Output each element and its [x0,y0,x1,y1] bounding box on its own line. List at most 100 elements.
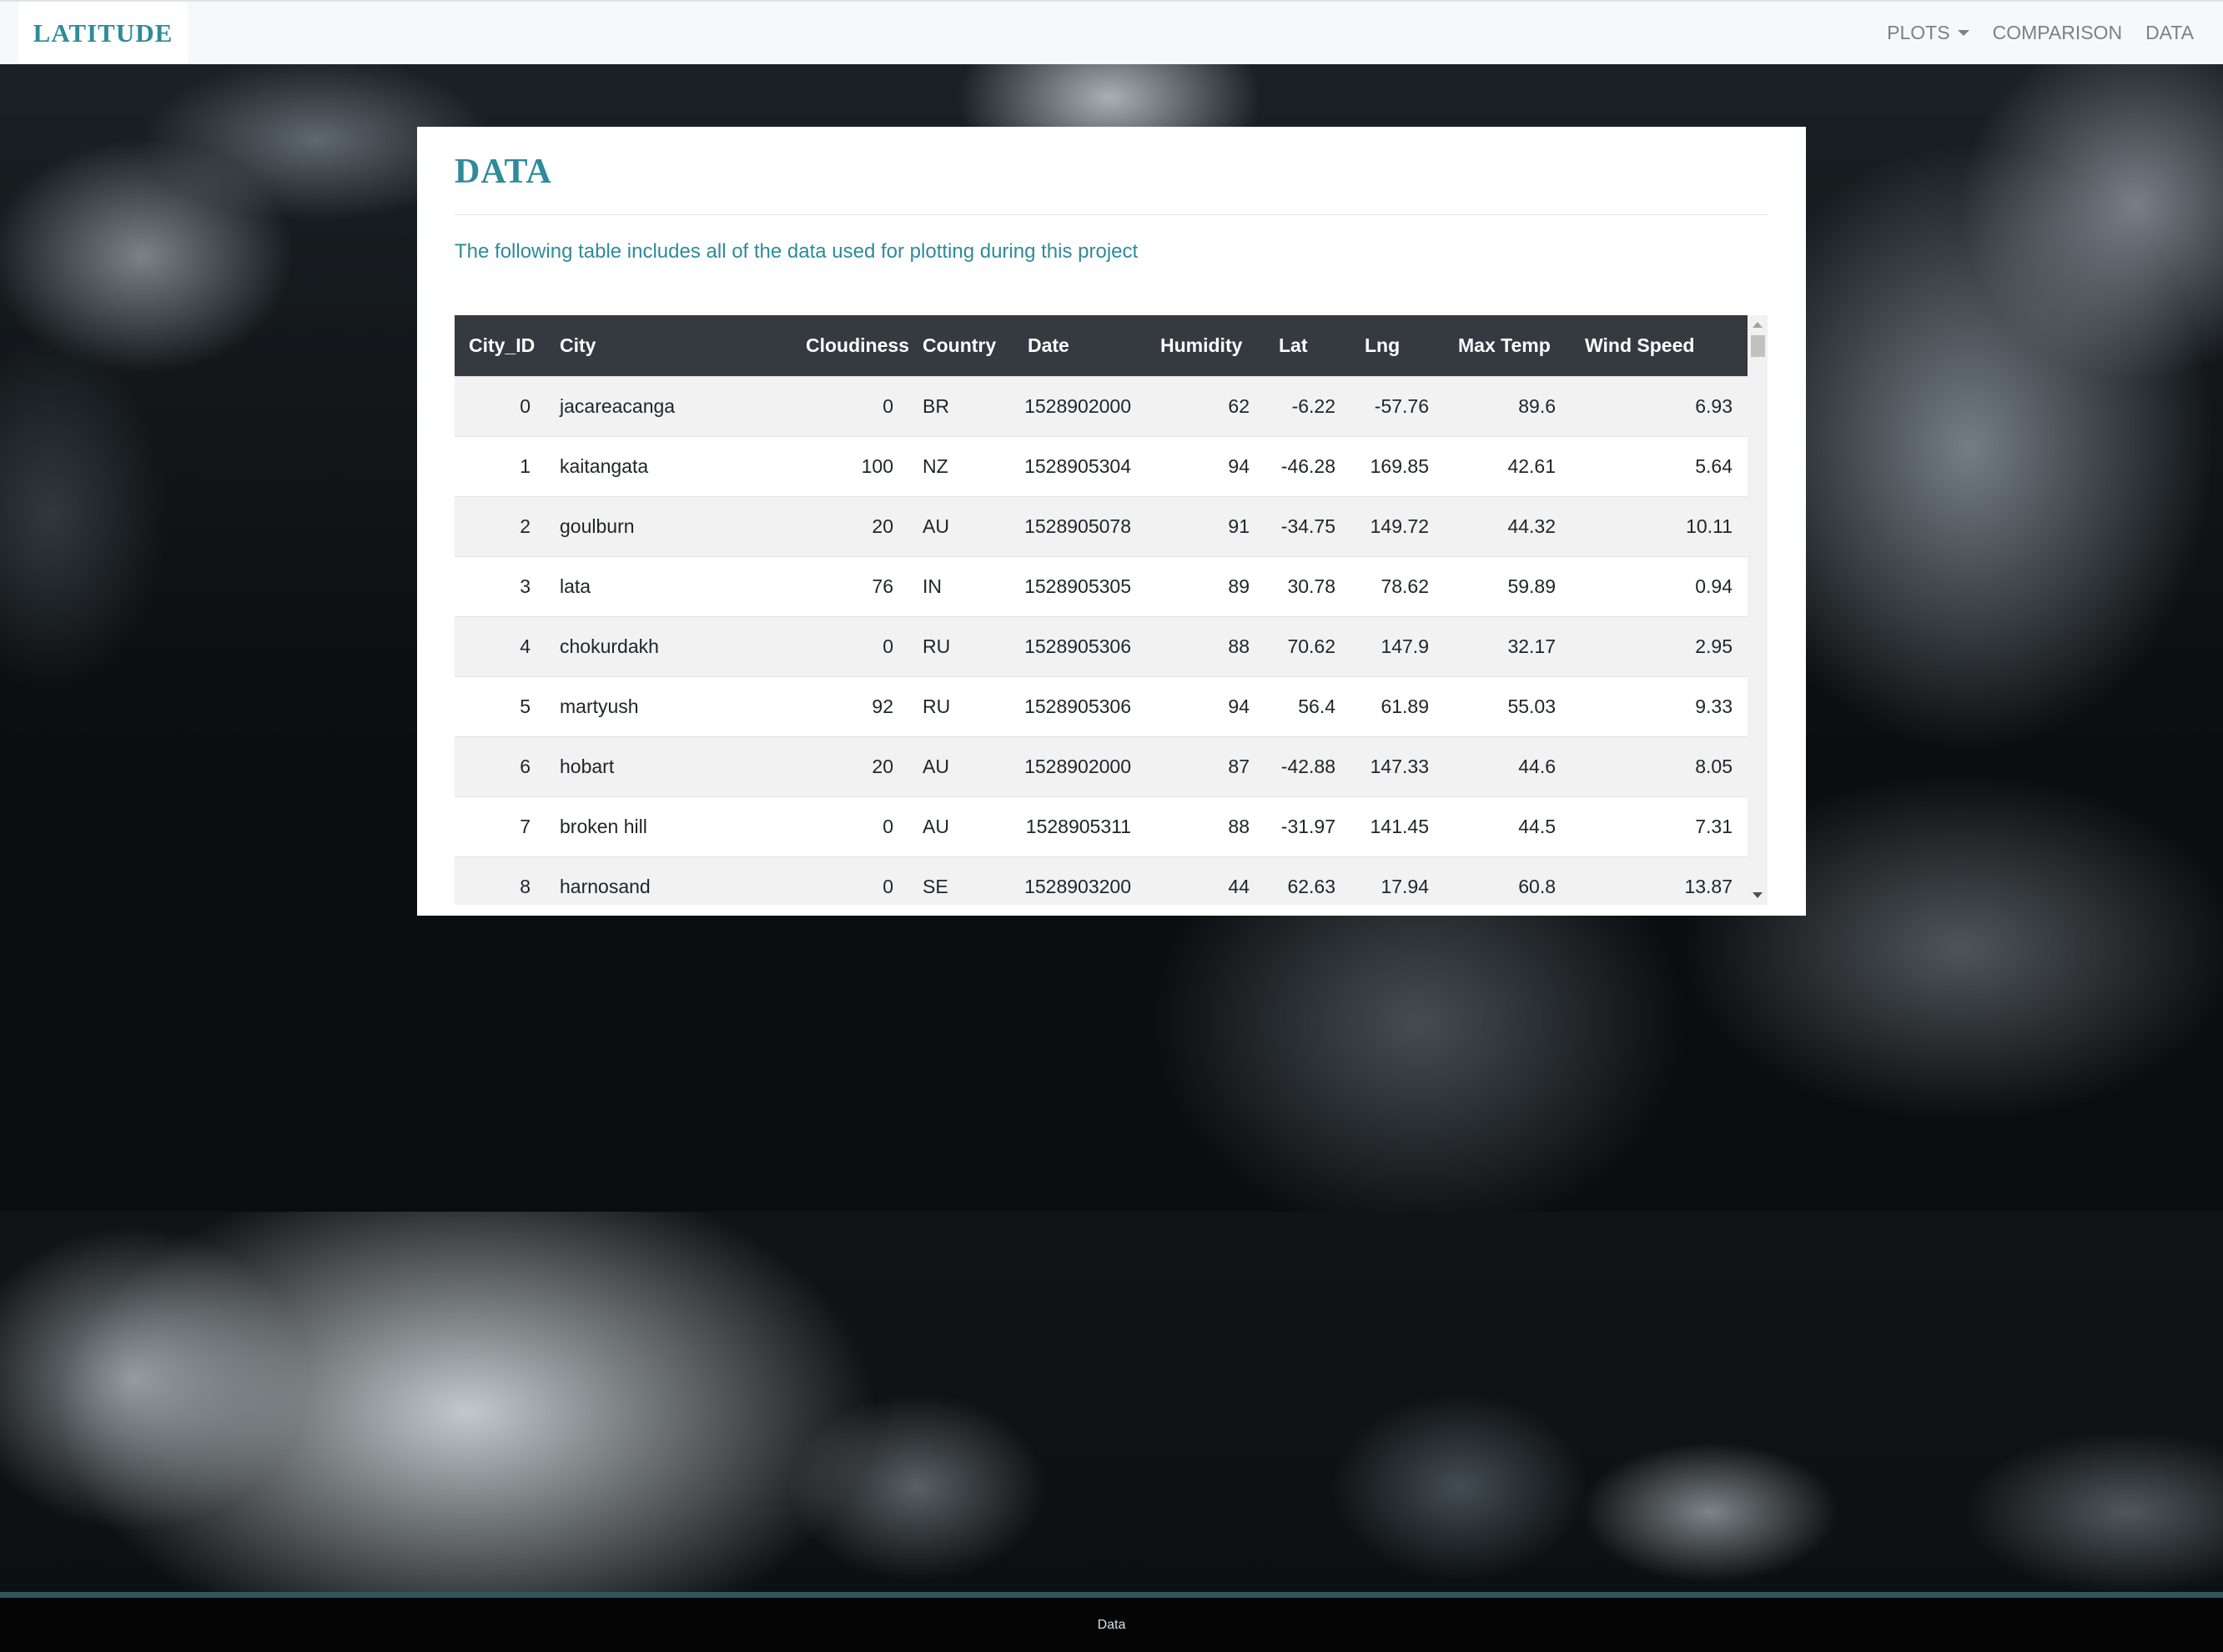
table-cell: 1528905078 [1013,496,1146,557]
brand-logo-link[interactable]: LATITUDE [18,2,188,64]
column-header[interactable]: Lng [1350,315,1444,377]
table-header-row: City_ID City Cloudiness Country Date Hum… [455,315,1748,377]
table-cell: 8 [455,856,546,905]
table-scrollbar[interactable] [1748,315,1768,905]
table-cell: 42.61 [1444,436,1571,497]
column-header[interactable]: City [546,315,792,377]
data-table-container[interactable]: City_ID City Cloudiness Country Date Hum… [455,315,1768,905]
table-cell: 6 [455,736,546,797]
table-cell: kaitangata [546,436,792,497]
table-cell: 1528902000 [1013,376,1146,437]
table-cell: 0.94 [1571,556,1748,617]
table-cell: 1528905304 [1013,436,1146,497]
table-cell: lata [546,556,792,617]
column-header[interactable]: Max Temp [1444,315,1571,377]
table-cell: 169.85 [1350,436,1444,497]
table-cell: 1528905306 [1013,616,1146,677]
footer-text: Data [1097,1617,1126,1632]
table-cell: goulburn [546,496,792,557]
table-cell: AU [908,736,1013,797]
table-cell: jacareacanga [546,376,792,437]
table-cell: RU [908,616,1013,677]
page-title: DATA [455,153,552,191]
column-header[interactable]: City_ID [455,315,546,377]
table-cell: 0 [792,376,908,437]
table-row: 2 goulburn 20 AU 1528905078 91 -34.75 14… [455,496,1748,557]
table-row: 3 lata 76 IN 1528905305 89 30.78 78.62 5… [455,556,1748,617]
table-row: 0 jacareacanga 0 BR 1528902000 62 -6.22 … [455,376,1748,437]
table-cell: AU [908,496,1013,557]
column-header[interactable]: Date [1013,315,1146,377]
table-cell: 141.45 [1350,796,1444,857]
nav-plots-label: PLOTS [1887,22,1950,43]
table-cell: 1528905306 [1013,676,1146,737]
table-cell: 5.64 [1571,436,1748,497]
table-cell: 6.93 [1571,376,1748,437]
table-cell: 61.89 [1350,676,1444,737]
table-cell: 32.17 [1444,616,1571,677]
table-cell: 1528902000 [1013,736,1146,797]
scroll-down-arrow-icon[interactable] [1753,892,1763,898]
table-row: 7 broken hill 0 AU 1528905311 88 -31.97 … [455,796,1748,857]
table-cell: 2.95 [1571,616,1748,677]
table-cell: martyush [546,676,792,737]
caret-down-icon [1957,30,1969,36]
table-row: 8 harnosand 0 SE 1528903200 44 62.63 17.… [455,856,1748,905]
table-cell: 56.4 [1265,676,1350,737]
table-cell: SE [908,856,1013,905]
column-header[interactable]: Wind Speed [1571,315,1748,377]
table-cell: -6.22 [1265,376,1350,437]
title-divider [455,214,1768,215]
table-cell: 55.03 [1444,676,1571,737]
column-header[interactable]: Humidity [1146,315,1265,377]
scroll-up-arrow-icon[interactable] [1753,322,1763,328]
table-cell: hobart [546,736,792,797]
table-cell: 62.63 [1265,856,1350,905]
table-cell: 78.62 [1350,556,1444,617]
table-row: 1 kaitangata 100 NZ 1528905304 94 -46.28… [455,436,1748,497]
table-cell: 0 [792,616,908,677]
nav-comparison-link[interactable]: COMPARISON [1993,22,2122,44]
table-cell: 94 [1146,676,1265,737]
table-cell: 0 [792,796,908,857]
table-cell: 149.72 [1350,496,1444,557]
table-cell: BR [908,376,1013,437]
table-cell: 20 [792,496,908,557]
smoke-background-bottom [0,1212,2223,1592]
table-cell: 2 [455,496,546,557]
table-cell: 147.33 [1350,736,1444,797]
table-cell: -34.75 [1265,496,1350,557]
table-cell: 92 [792,676,908,737]
column-header[interactable]: Lat [1265,315,1350,377]
table-row: 5 martyush 92 RU 1528905306 94 56.4 61.8… [455,676,1748,737]
table-cell: 30.78 [1265,556,1350,617]
table-cell: 0 [792,856,908,905]
table-cell: 88 [1146,796,1265,857]
data-card: DATA The following table includes all of… [417,127,1806,916]
table-cell: 7.31 [1571,796,1748,857]
table-cell: IN [908,556,1013,617]
footer-accent-line [0,1592,2223,1598]
nav-data-link[interactable]: DATA [2145,22,2194,44]
column-header[interactable]: Country [908,315,1013,377]
table-cell: 13.87 [1571,856,1748,905]
data-table: City_ID City Cloudiness Country Date Hum… [455,315,1748,905]
table-cell: 87 [1146,736,1265,797]
table-cell: 147.9 [1350,616,1444,677]
table-cell: 44.5 [1444,796,1571,857]
table-cell: 70.62 [1265,616,1350,677]
footer: Data [0,1598,2223,1652]
column-header[interactable]: Cloudiness [792,315,909,377]
table-cell: 76 [792,556,908,617]
nav-plots-dropdown[interactable]: PLOTS [1887,22,1969,44]
table-cell: 7 [455,796,546,857]
table-cell: 1528905311 [1013,796,1146,857]
table-row: 4 chokurdakh 0 RU 1528905306 88 70.62 14… [455,616,1748,677]
table-cell: chokurdakh [546,616,792,677]
table-cell: 8.05 [1571,736,1748,797]
table-cell: 9.33 [1571,676,1748,737]
table-cell: 1528905305 [1013,556,1146,617]
scrollbar-thumb[interactable] [1751,335,1765,357]
table-cell: 3 [455,556,546,617]
table-cell: NZ [908,436,1013,497]
